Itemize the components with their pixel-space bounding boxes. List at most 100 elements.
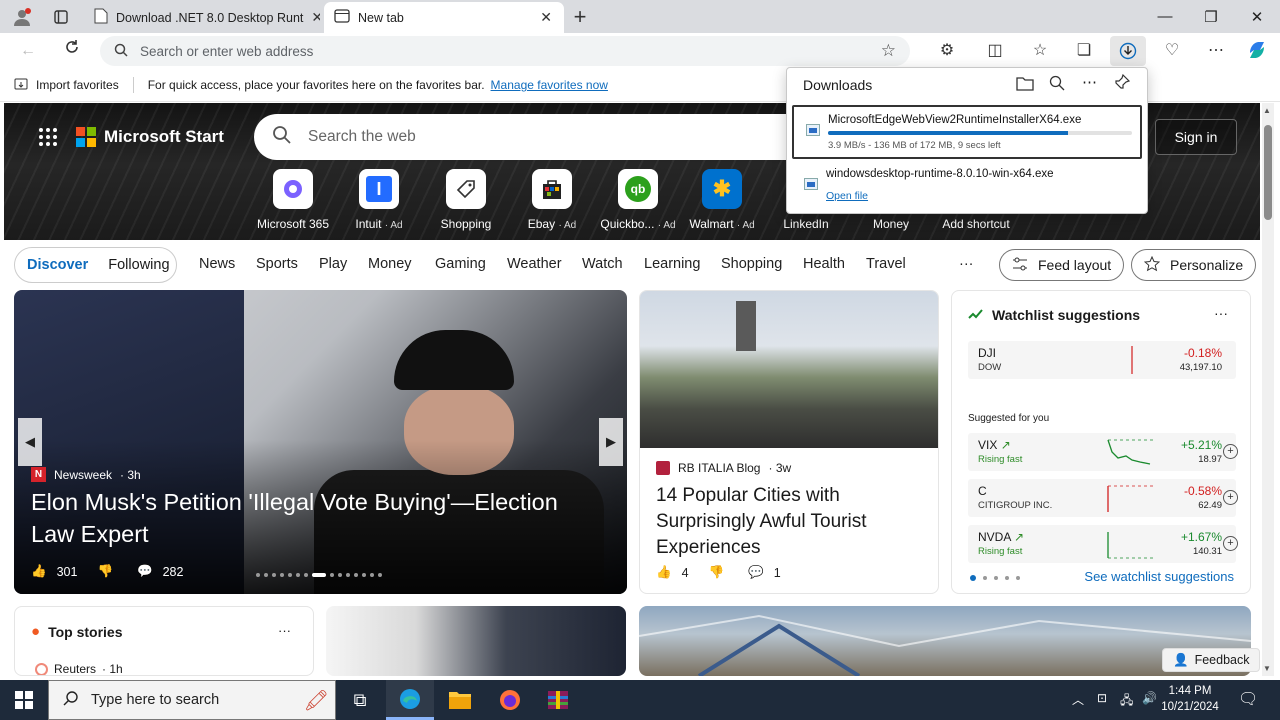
carousel-dot[interactable]	[272, 573, 276, 577]
see-watchlist-link[interactable]: See watchlist suggestions	[1084, 569, 1234, 584]
new-tab-button[interactable]: +	[570, 4, 590, 30]
carousel-dot[interactable]	[264, 573, 268, 577]
carousel-dot[interactable]	[354, 573, 358, 577]
watchlist-row-nvda[interactable]: NVDA ↗ Rising fast +1.67% 140.31 +	[968, 525, 1238, 563]
tab-actions-icon[interactable]	[50, 6, 72, 28]
carousel-dot[interactable]	[256, 573, 260, 577]
nav-weather[interactable]: Weather	[507, 256, 562, 272]
feedback-button[interactable]: 👤 Feedback	[1162, 648, 1261, 672]
network-icon[interactable]: 🖧	[1120, 691, 1133, 712]
address-bar[interactable]: Search or enter web address ☆	[100, 36, 910, 66]
shortcut-intuit[interactable]: I Intuit · Ad	[337, 169, 421, 231]
download-item-webview2[interactable]: MicrosoftEdgeWebView2RuntimeInstallerX64…	[792, 105, 1142, 159]
shortcut-shopping[interactable]: Shopping	[424, 169, 508, 231]
show-hidden-icons[interactable]: ︿	[1072, 691, 1084, 708]
featured-article-card[interactable]: ◀ ▶ N Newsweek · 3h Elon Musk's Petition…	[14, 290, 627, 594]
profile-icon[interactable]	[10, 6, 34, 28]
comment-icon[interactable]: 💬	[137, 564, 153, 579]
personalize-button[interactable]: Personalize	[1131, 249, 1257, 281]
watchlist-more-button[interactable]: ···	[1214, 305, 1228, 321]
feed-layout-button[interactable]: Feed layout	[999, 249, 1125, 281]
nav-more-button[interactable]: ···	[959, 256, 974, 272]
comment-icon[interactable]: 💬	[748, 565, 764, 580]
winrar-icon[interactable]	[534, 680, 582, 720]
nav-learning[interactable]: Learning	[644, 256, 700, 272]
system-clock[interactable]: 1:44 PM 10/21/2024	[1155, 683, 1225, 715]
carousel-prev-button[interactable]: ◀	[18, 418, 42, 466]
browser-essentials-icon[interactable]: ♡	[1160, 39, 1184, 63]
carousel-dot[interactable]	[378, 573, 382, 577]
nav-news[interactable]: News	[199, 256, 235, 272]
carousel-dot[interactable]	[280, 573, 284, 577]
ms-start-logo[interactable]: Microsoft Start	[76, 127, 224, 147]
task-view-icon[interactable]: ⧉	[336, 680, 384, 720]
edge-taskbar-icon[interactable]	[386, 680, 434, 720]
restore-icon[interactable]: ❐	[1188, 8, 1234, 26]
article-title[interactable]: 14 Popular Cities with Surprisingly Awfu…	[656, 483, 926, 561]
dislike-icon[interactable]: 👎	[709, 565, 725, 580]
carousel-dot-active[interactable]	[312, 573, 326, 577]
pager-dot[interactable]	[1005, 576, 1009, 580]
open-folder-icon[interactable]	[1016, 75, 1034, 94]
nav-health[interactable]: Health	[803, 256, 845, 272]
split-screen-icon[interactable]: ◫	[983, 39, 1007, 63]
pager-dot[interactable]	[994, 576, 998, 580]
nav-gaming[interactable]: Gaming	[435, 256, 486, 272]
download-item-windowsdesktop-runtime[interactable]: windowsdesktop-runtime-8.0.10-win-x64.ex…	[792, 161, 1142, 215]
firefox-icon[interactable]	[486, 680, 534, 720]
watchlist-row-vix[interactable]: VIX ↗ Rising fast +5.21% 18.97 +	[968, 433, 1238, 471]
refresh-icon[interactable]	[60, 39, 84, 63]
carousel-dot[interactable]	[370, 573, 374, 577]
pager-dot-active[interactable]	[970, 575, 976, 581]
carousel-dot[interactable]	[338, 573, 342, 577]
tab-discover[interactable]: Discover	[27, 257, 88, 273]
nav-watch[interactable]: Watch	[582, 256, 623, 272]
sign-in-button[interactable]: Sign in	[1155, 119, 1237, 155]
article-card[interactable]	[326, 606, 626, 676]
top-stories-more-button[interactable]: ···	[278, 623, 291, 638]
add-to-watchlist-icon[interactable]: +	[1223, 536, 1238, 551]
favorites-icon[interactable]: ☆	[1028, 39, 1052, 63]
nav-play[interactable]: Play	[319, 256, 347, 272]
watchlist-row-dji[interactable]: DJI DOW -0.18% 43,197.10	[968, 341, 1236, 379]
file-explorer-icon[interactable]	[436, 680, 484, 720]
pager-dot[interactable]	[1016, 576, 1020, 580]
manage-favorites-link[interactable]: Manage favorites now	[491, 78, 608, 92]
favorite-star-icon[interactable]: ☆	[881, 41, 896, 61]
nav-money[interactable]: Money	[368, 256, 412, 272]
pin-icon[interactable]	[1114, 73, 1131, 93]
extensions-icon[interactable]: ⚙	[935, 39, 959, 63]
tab-new-tab[interactable]: New tab ✕	[324, 2, 564, 33]
downloads-icon[interactable]	[1110, 36, 1146, 66]
app-launcher-icon[interactable]	[38, 127, 58, 150]
taskbar-search-box[interactable]: Type here to search 🖍	[48, 680, 336, 720]
watchlist-row-c[interactable]: C CITIGROUP INC. -0.58% 62.49 +	[968, 479, 1238, 517]
carousel-dot[interactable]	[288, 573, 292, 577]
tab-dotnet-download[interactable]: Download .NET 8.0 Desktop Runt ✕	[84, 2, 320, 33]
shortcut-microsoft-365[interactable]: Microsoft 365	[251, 169, 335, 231]
web-search-box[interactable]: Search the web	[254, 114, 814, 160]
article-title[interactable]: Elon Musk's Petition 'Illegal Vote Buyin…	[31, 486, 601, 550]
tab-following[interactable]: Following	[108, 257, 169, 273]
shortcut-walmart[interactable]: ✱ Walmart · Ad	[680, 169, 764, 231]
carousel-dot[interactable]	[304, 573, 308, 577]
carousel-dot[interactable]	[346, 573, 350, 577]
like-icon[interactable]: 👍	[31, 564, 47, 579]
like-icon[interactable]: 👍	[656, 565, 672, 580]
carousel-next-button[interactable]: ▶	[599, 418, 623, 466]
article-card[interactable]	[639, 606, 1251, 676]
pager-dot[interactable]	[983, 576, 987, 580]
carousel-dot[interactable]	[296, 573, 300, 577]
nav-sports[interactable]: Sports	[256, 256, 298, 272]
vertical-scrollbar[interactable]: ▲ ▼	[1262, 103, 1274, 676]
add-to-watchlist-icon[interactable]: +	[1223, 490, 1238, 505]
dislike-icon[interactable]: 👎	[97, 564, 113, 579]
import-favorites-button[interactable]: Import favorites	[36, 78, 119, 92]
open-file-link[interactable]: Open file	[826, 190, 868, 202]
shortcut-ebay[interactable]: Ebay · Ad	[510, 169, 594, 231]
meet-now-icon[interactable]: ⊡	[1097, 691, 1107, 705]
minimize-icon[interactable]: —	[1142, 8, 1188, 25]
scrollbar-thumb[interactable]	[1264, 125, 1272, 220]
downloads-more-icon[interactable]: ⋯	[1082, 73, 1097, 91]
add-to-watchlist-icon[interactable]: +	[1223, 444, 1238, 459]
